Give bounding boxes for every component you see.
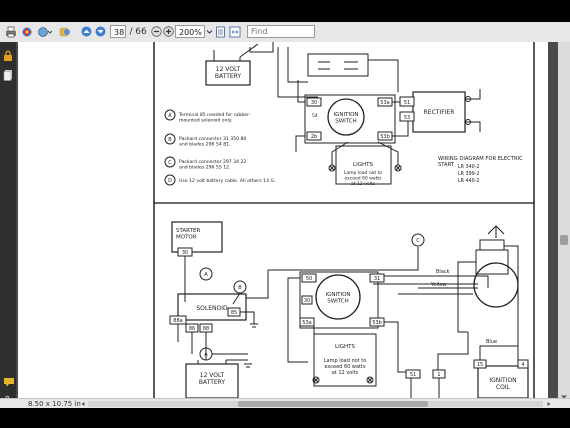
svg-text:B: B (168, 137, 172, 143)
zoom-out-icon[interactable] (150, 24, 162, 39)
comment-icon[interactable] (3, 372, 15, 391)
fit-width-icon[interactable] (229, 24, 241, 39)
attach-icon[interactable] (58, 24, 76, 39)
svg-text:54: 54 (312, 113, 318, 119)
share-menu-icon[interactable] (36, 24, 54, 39)
fit-page-icon[interactable] (214, 24, 226, 39)
callout-b: B (238, 285, 242, 291)
scroll-down-icon[interactable] (560, 386, 568, 399)
svg-text:LIGHTS: LIGHTS (353, 162, 373, 168)
top-notes: A Terminal 85 needed for rubber-mounted … (164, 109, 276, 186)
page-number-input[interactable]: 38 (110, 25, 126, 38)
svg-text:12 VOLTBATTERY: 12 VOLT BATTERY (199, 372, 226, 386)
svg-text:Yellow: Yellow (430, 282, 446, 288)
top-battery: 12 VOLT BATTERY (205, 57, 251, 86)
note-c: Packard connector 297 34 22 and blades 29… (179, 159, 246, 171)
svg-text:15: 15 (477, 362, 483, 368)
svg-text:Blue: Blue (486, 339, 497, 345)
note-d: Use 12 volt battery cable. All others 14… (179, 178, 276, 184)
svg-text:4: 4 (521, 362, 524, 368)
svg-text:IGNITIONCOIL: IGNITION COIL (489, 377, 516, 391)
svg-text:53a: 53a (380, 100, 389, 106)
svg-text:30: 30 (311, 100, 317, 106)
vertical-scrollbar[interactable] (558, 42, 570, 399)
ignition-coil: IGNITION COIL 15 4 (473, 359, 529, 398)
svg-text:51: 51 (404, 100, 410, 106)
svg-text:Lamp load not toexceed 60 watt: Lamp load not to exceed 60 watts at 12 vol… (324, 358, 367, 376)
svg-text:D: D (168, 178, 172, 184)
bottom-bar (0, 408, 570, 428)
svg-text:31: 31 (374, 276, 380, 282)
bottom-ignition-switch: IGNITION SWITCH 50 31 30 53a 53b (299, 271, 385, 329)
top-battery-label: 12 VOLT BATTERY (215, 66, 242, 80)
svg-text:51: 51 (410, 372, 416, 378)
svg-text:A: A (204, 352, 208, 358)
wiring-diagram: 12 VOLT BATTERY IGNITION SWITCH 30 53a 2b … (153, 42, 535, 398)
svg-text:LR 440-2: LR 440-2 (458, 178, 479, 184)
zoom-select[interactable]: 200% (175, 25, 205, 38)
note-b: Packard connector 31 350 80 and blades 29… (179, 136, 246, 148)
bottom-lights: LIGHTS Lamp load not to exceed 60 watts at… (312, 333, 377, 387)
svg-text:2b: 2b (311, 134, 317, 140)
top-rectifier: 51 53 RECTIFIER (399, 91, 471, 133)
chevron-down-icon[interactable] (205, 24, 213, 39)
note-a: Terminal 85 needed for rubber-mounted so… (178, 112, 251, 124)
document-viewport[interactable]: 12 VOLT BATTERY IGNITION SWITCH 30 53a 2b … (16, 42, 558, 398)
bottom-battery: 12 VOLT BATTERY (185, 360, 239, 398)
svg-text:88: 88 (203, 326, 209, 332)
find-input[interactable] (247, 25, 315, 38)
next-page-icon[interactable] (94, 24, 106, 39)
top-rectifier-label: RECTIFIER (424, 109, 455, 116)
previous-page-icon[interactable] (80, 24, 92, 39)
pages-panel-icon[interactable] (3, 66, 13, 85)
top-ignition-switch: IGNITION SWITCH 30 53a 2b 53b 54 (304, 94, 396, 144)
svg-text:53b: 53b (380, 134, 390, 140)
svg-text:SOLENOID: SOLENOID (196, 305, 228, 312)
top-lights: LIGHTS Lamp load not to exceed 60 watts at… (328, 145, 402, 187)
top-ignition-switch-label: IGNITION SWITCH (333, 112, 358, 125)
svg-text:88a: 88a (173, 318, 182, 324)
lock-icon[interactable] (3, 47, 13, 66)
callout-c: C (416, 238, 420, 244)
horizontal-scrollbar-thumb[interactable] (238, 401, 428, 407)
scrollbar-thumb[interactable] (560, 235, 568, 245)
svg-text:53: 53 (404, 115, 410, 121)
zoom-in-icon[interactable] (162, 24, 174, 39)
svg-text:Black: Black (436, 269, 450, 275)
page-total: 66 (135, 26, 147, 37)
wiring-diagram-title: WIRING DIAGRAM FOR ELECTRIC START LR 340-… (438, 156, 523, 184)
svg-text:STARTERMOTOR: STARTER MOTOR (176, 228, 200, 241)
pdf-page: 12 VOLT BATTERY IGNITION SWITCH 30 53a 2b … (18, 42, 548, 398)
solenoid: SOLENOID 88a 86 88 85 (169, 293, 247, 333)
tools-icon[interactable] (20, 24, 34, 39)
svg-text:LR 399-2: LR 399-2 (458, 171, 479, 177)
svg-text:LR 340-2: LR 340-2 (458, 164, 479, 170)
svg-text:53a: 53a (302, 320, 311, 326)
print-icon[interactable] (4, 24, 18, 39)
pdf-toolbar: 38 / 66 200% (0, 22, 570, 43)
svg-text:C: C (168, 160, 172, 166)
left-sidebar (0, 42, 16, 408)
svg-text:30: 30 (182, 250, 188, 256)
callout-a: A (204, 272, 208, 278)
starter-motor: STARTER MOTOR 30 (171, 221, 223, 257)
svg-text:85: 85 (231, 310, 237, 316)
window-title-bar (0, 0, 570, 22)
svg-text:30: 30 (304, 298, 310, 304)
svg-text:A: A (168, 113, 172, 119)
horizontal-scrollbar[interactable] (88, 401, 543, 407)
svg-text:WIRING DIAGRAM FOR ELECTRICST: WIRING DIAGRAM FOR ELECTRIC START (438, 156, 523, 168)
magneto-flywheel (473, 225, 519, 308)
svg-text:53b: 53b (372, 320, 382, 326)
svg-text:86: 86 (189, 326, 195, 332)
page-separator: / (129, 26, 133, 37)
svg-text:LIGHTS: LIGHTS (335, 344, 355, 350)
svg-text:50: 50 (306, 276, 312, 282)
svg-text:IGNITIONSWITCH: IGNITION SWITCH (325, 292, 350, 305)
svg-text:1: 1 (437, 372, 440, 378)
